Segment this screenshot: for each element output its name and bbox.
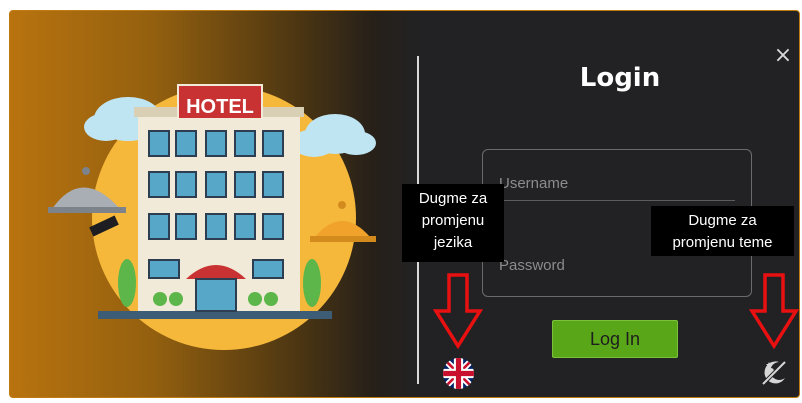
hotel-sign-text: HOTEL <box>186 96 254 118</box>
door <box>195 278 237 312</box>
close-icon[interactable]: × <box>773 45 793 67</box>
username-input[interactable] <box>499 166 735 201</box>
language-tooltip: Dugme za promjenu jezika <box>402 184 504 262</box>
theme-toggle-icon[interactable] <box>759 358 789 388</box>
login-dialog: HOTEL × Login Log In Dugme <box>9 10 800 398</box>
theme-tooltip-line-1: Dugme za <box>688 212 757 229</box>
hotel-illustration: HOTEL <box>48 84 376 350</box>
theme-tooltip-line-2: promjenu teme <box>672 234 773 251</box>
down-arrow-icon <box>749 273 799 349</box>
login-title: Login <box>579 63 661 93</box>
language-tooltip-line-3: jezika <box>433 234 473 251</box>
uk-flag-icon[interactable] <box>443 358 474 389</box>
language-tooltip-line-2: promjenu <box>421 212 485 229</box>
down-arrow-icon <box>433 273 483 349</box>
theme-tooltip: Dugme za promjenu teme <box>651 206 794 256</box>
language-tooltip-line-1: Dugme za <box>418 190 488 207</box>
ground <box>98 311 332 319</box>
login-button[interactable]: Log In <box>552 320 678 358</box>
